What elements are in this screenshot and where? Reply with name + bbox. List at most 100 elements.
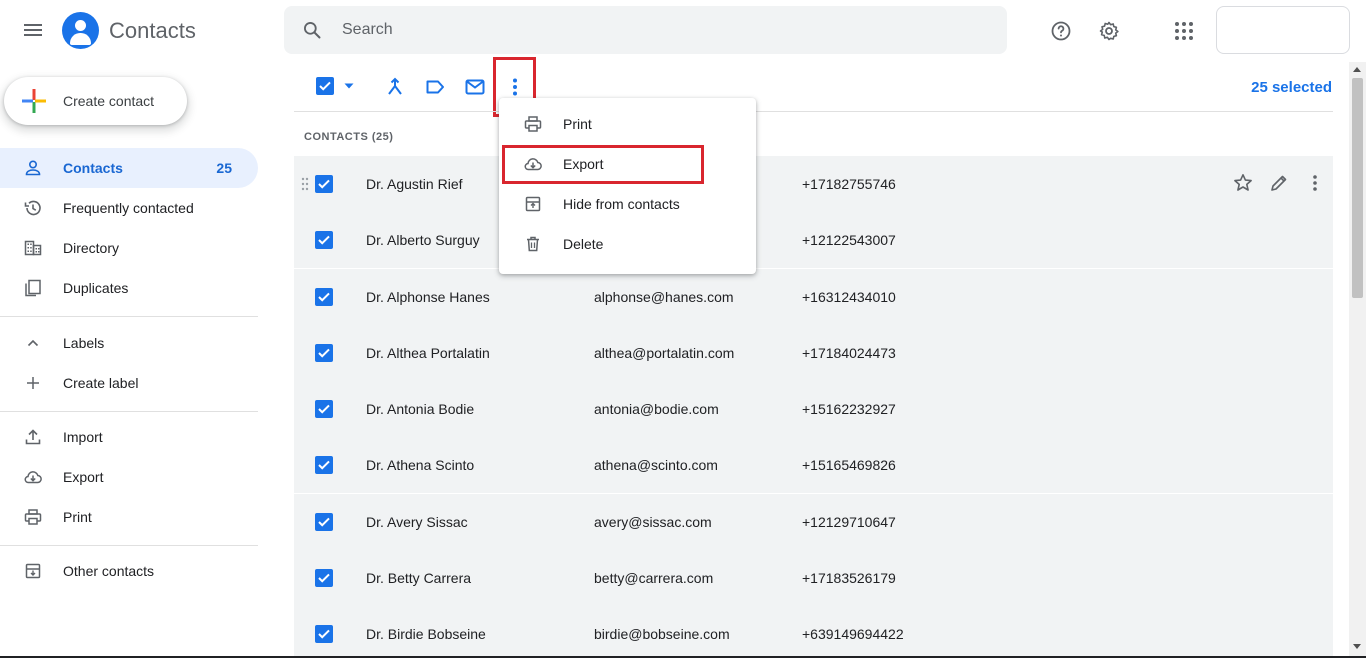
contact-phone: +639149694422 <box>802 626 904 642</box>
row-checkbox[interactable] <box>315 175 333 193</box>
scrollbar-thumb[interactable] <box>1352 78 1363 298</box>
contact-name: Dr. Athena Scinto <box>366 457 475 474</box>
search-icon[interactable] <box>302 20 322 40</box>
help-icon[interactable] <box>1049 19 1073 43</box>
printer-icon <box>524 116 542 132</box>
menu-item-delete[interactable]: Delete <box>499 224 756 264</box>
select-dropdown-icon[interactable] <box>343 82 355 90</box>
menu-item-label: Hide from contacts <box>563 196 680 212</box>
main-scrollbar[interactable] <box>1349 62 1366 658</box>
row-checkbox[interactable] <box>315 400 333 418</box>
row-checkbox[interactable] <box>315 231 333 250</box>
contact-email: alphonse@hanes.com <box>594 288 734 305</box>
menu-item-hide-from-contacts[interactable]: Hide from contacts <box>499 184 756 224</box>
table-row[interactable]: Dr. Agustin Rief +17182755746 <box>294 156 1333 212</box>
row-checkbox[interactable] <box>315 512 333 531</box>
row-checkbox[interactable] <box>315 625 333 643</box>
upload-icon <box>25 429 41 445</box>
row-more-vert-icon[interactable] <box>1304 172 1326 194</box>
table-row[interactable]: Dr. Avery Sissac avery@sissac.com +1212971… <box>294 493 1333 550</box>
contacts-logo-icon <box>62 12 99 49</box>
contact-name: Dr. Alphonse Hanes <box>366 288 490 305</box>
create-contact-button[interactable]: Create contact <box>4 77 187 125</box>
main-menu-icon[interactable] <box>21 19 45 43</box>
sidebar-item-create-label[interactable]: Create label <box>0 363 258 403</box>
contact-phone: +12122543007 <box>802 232 896 249</box>
contacts-list-header: CONTACTS (25) <box>304 131 394 143</box>
contact-email: birdie@bobseine.com <box>594 626 730 642</box>
menu-item-print[interactable]: Print <box>499 104 756 144</box>
row-checkbox[interactable] <box>315 568 333 587</box>
toolbar-divider <box>294 111 1333 112</box>
menu-item-label: Print <box>563 116 592 132</box>
drag-handle-icon[interactable] <box>301 177 309 191</box>
sidebar-item-labels-toggle[interactable]: Labels <box>0 323 258 363</box>
sidebar-item-print[interactable]: Print <box>0 497 258 537</box>
sidebar-item-duplicates[interactable]: Duplicates <box>0 268 258 308</box>
plus-icon <box>27 377 39 389</box>
contact-name: Dr. Betty Carrera <box>366 569 472 586</box>
table-row[interactable]: Dr. Antonia Bodie antonia@bodie.com +15162… <box>294 381 1333 437</box>
menu-item-label: Delete <box>563 236 604 252</box>
create-contact-label: Create contact <box>63 93 155 109</box>
sidebar-item-directory[interactable]: Directory <box>0 228 258 268</box>
labels-heading: Labels <box>63 335 105 351</box>
contact-phone: +15162232927 <box>802 401 896 417</box>
select-all-checkbox[interactable] <box>316 77 334 95</box>
table-row[interactable]: Dr. Birdie Bobseine birdie@bobseine.com +6… <box>294 606 1333 658</box>
account-button[interactable] <box>1216 6 1350 54</box>
email-icon[interactable] <box>464 76 486 98</box>
row-checkbox[interactable] <box>315 287 333 306</box>
search-bar[interactable] <box>284 6 1007 54</box>
search-input[interactable] <box>342 16 982 44</box>
sidebar-item-label: Duplicates <box>63 280 129 296</box>
scroll-down-arrow-icon[interactable] <box>1353 644 1361 649</box>
plus-icon <box>22 89 46 113</box>
top-bar: Contacts <box>0 0 1366 62</box>
cloud-download-icon <box>24 471 42 484</box>
label-icon[interactable] <box>424 76 446 98</box>
highlight-export-item <box>502 145 704 184</box>
sidebar-item-frequently-contacted[interactable]: Frequently contacted <box>0 188 258 228</box>
sidebar-item-export[interactable]: Export <box>0 457 258 497</box>
merge-icon[interactable] <box>384 76 406 98</box>
contact-phone: +17183526179 <box>802 569 896 586</box>
sidebar-item-contacts[interactable]: Contacts 25 <box>0 148 258 188</box>
create-label-text: Create label <box>63 375 139 391</box>
sidebar-item-label: Frequently contacted <box>63 200 194 216</box>
table-row[interactable]: Dr. Alphonse Hanes alphonse@hanes.com +163… <box>294 268 1333 325</box>
contact-name: Dr. Althea Portalatin <box>366 344 490 361</box>
scroll-up-arrow-icon[interactable] <box>1353 67 1361 72</box>
sidebar-item-label: Other contacts <box>63 563 155 579</box>
table-row[interactable]: Dr. Betty Carrera betty@carrera.com +17183… <box>294 549 1333 606</box>
contact-phone: +17184024473 <box>802 344 896 361</box>
contact-name: Dr. Antonia Bodie <box>366 401 475 417</box>
apps-grid-icon[interactable] <box>1172 19 1196 43</box>
app-title: Contacts <box>109 18 196 43</box>
edit-pencil-icon[interactable] <box>1268 172 1290 194</box>
contact-name: Dr. Alberto Surguy <box>366 232 480 249</box>
sidebar-item-import[interactable]: Import <box>0 417 258 457</box>
contact-name: Dr. Agustin Rief <box>366 176 463 192</box>
table-row[interactable]: Dr. Athena Scinto athena@scinto.com +15165… <box>294 437 1333 494</box>
sidebar-item-label: Directory <box>63 240 120 256</box>
contact-name: Dr. Avery Sissac <box>366 513 468 530</box>
contact-email: antonia@bodie.com <box>594 401 719 417</box>
table-row[interactable]: Dr. Althea Portalatin althea@portalatin.c… <box>294 324 1333 381</box>
more-actions-menu: Print Export Hide from contacts Delete <box>499 98 756 274</box>
table-row[interactable]: Dr. Alberto Surguy +12122543007 <box>294 212 1333 269</box>
star-icon[interactable] <box>1232 172 1254 194</box>
row-checkbox[interactable] <box>315 456 333 475</box>
sidebar-divider <box>0 411 258 412</box>
contact-name: Dr. Birdie Bobseine <box>366 626 486 642</box>
building-icon <box>24 240 42 256</box>
contact-phone: +12129710647 <box>802 513 896 530</box>
row-checkbox[interactable] <box>315 343 333 362</box>
sidebar-divider <box>0 316 258 317</box>
settings-gear-icon[interactable] <box>1097 19 1121 43</box>
chevron-up-icon <box>27 339 39 347</box>
contact-email: athena@scinto.com <box>594 457 718 474</box>
sidebar-item-other-contacts[interactable]: Other contacts <box>0 551 258 591</box>
contacts-count: 25 <box>216 160 232 176</box>
printer-icon <box>24 509 42 525</box>
